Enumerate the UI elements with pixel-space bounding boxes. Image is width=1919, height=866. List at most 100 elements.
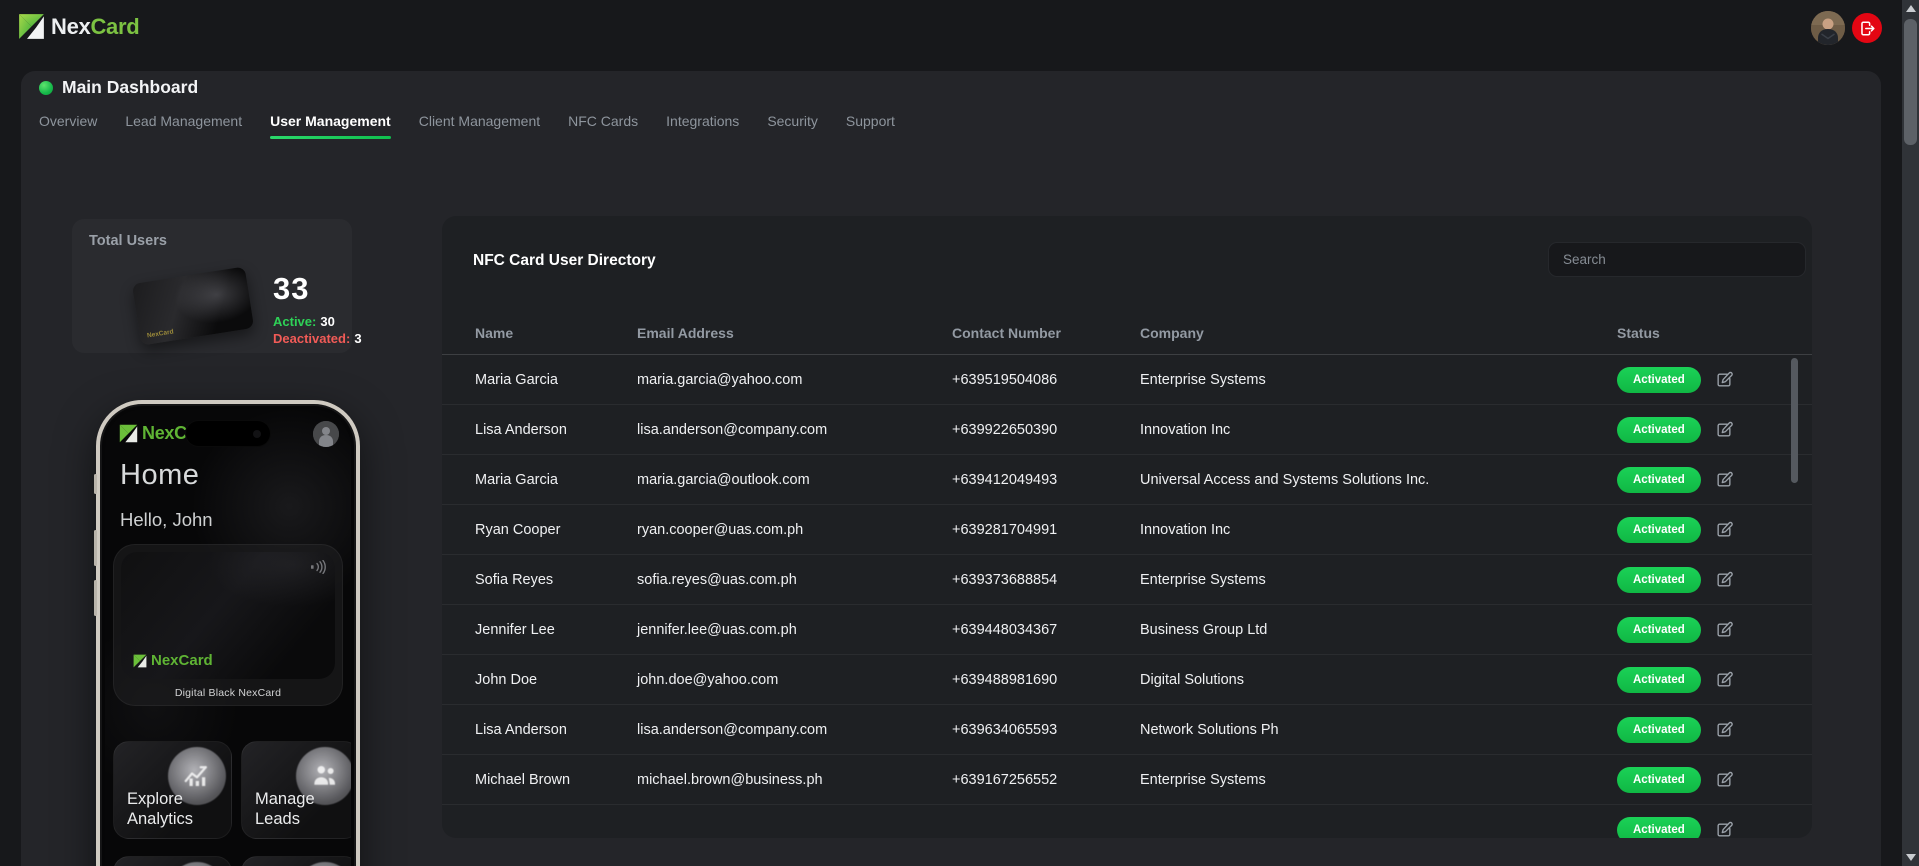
table-body: Maria Garcia maria.garcia@yahoo.com +639… (442, 355, 1812, 838)
status-badge[interactable]: Activated (1617, 566, 1701, 593)
status-badge[interactable]: Activated (1617, 366, 1701, 393)
edit-button[interactable] (1714, 720, 1734, 740)
cell-contact: +639448034367 (952, 621, 1058, 638)
cell-email: lisa.anderson@company.com (637, 721, 828, 738)
cell-name: Jennifer Lee (475, 621, 555, 638)
status-badge[interactable]: Activated (1617, 616, 1701, 643)
status-badge[interactable]: Activated (1617, 466, 1701, 493)
quick-action-tiles: Explore Analytics Manage Leads (113, 741, 351, 839)
tile-explore-analytics[interactable]: Explore Analytics (113, 741, 232, 839)
cell-email: lisa.anderson@company.com (637, 421, 828, 438)
cell-email: john.doe@yahoo.com (637, 671, 779, 688)
total-users-label: Total Users (89, 233, 167, 249)
directory-title: NFC Card User Directory (473, 252, 656, 269)
edit-button[interactable] (1714, 620, 1734, 640)
status-badge[interactable]: Activated (1617, 766, 1701, 793)
edit-button[interactable] (1714, 670, 1734, 690)
user-table: Name Email Address Contact Number Compan… (442, 312, 1812, 838)
edit-button[interactable] (1714, 770, 1734, 790)
cell-company: Network Solutions Ph (1140, 721, 1279, 738)
edit-button[interactable] (1714, 370, 1734, 390)
phone-action-button (93, 474, 97, 494)
cell-status: Activated (1617, 766, 1812, 793)
active-users-line: Active: 30 (273, 314, 335, 329)
column-header-status: Status (1617, 325, 1660, 341)
status-badge[interactable]: Activated (1617, 716, 1701, 743)
edit-button[interactable] (1714, 520, 1734, 540)
brand-logo-icon (18, 13, 45, 40)
search-input[interactable] (1548, 242, 1806, 277)
cell-company: Business Group Ltd (1140, 621, 1268, 638)
cell-contact: +639281704991 (952, 521, 1058, 538)
edit-button[interactable] (1714, 570, 1734, 590)
cell-name: Lisa Anderson (475, 721, 567, 738)
phone-volume-down-button (93, 580, 97, 616)
tab-user-management[interactable]: User Management (270, 113, 391, 139)
browser-scrollbar[interactable] (1902, 0, 1919, 866)
phone-user-avatar[interactable] (313, 421, 339, 447)
edit-icon (1717, 421, 1733, 437)
status-badge[interactable]: Activated (1617, 816, 1701, 838)
top-bar: NexCard (0, 0, 1902, 56)
tab-nfc-cards[interactable]: NFC Cards (568, 113, 638, 139)
phone-volume-up-button (93, 530, 97, 566)
brand-logo: NexCard (18, 13, 140, 40)
cell-email: ryan.cooper@uas.com.ph (637, 521, 804, 538)
table-scrollbar-thumb[interactable] (1791, 358, 1798, 483)
cell-name: Maria Garcia (475, 471, 558, 488)
edit-button[interactable] (1714, 470, 1734, 490)
tile-label: Manage Leads (255, 789, 315, 828)
cell-status: Activated (1617, 716, 1812, 743)
cell-status: Activated (1617, 466, 1812, 493)
nfc-card-thumbnail: NexCard (131, 266, 255, 346)
logout-button[interactable] (1852, 13, 1882, 43)
scrollbar-down-arrow[interactable] (1902, 849, 1919, 866)
scrollbar-thumb[interactable] (1904, 19, 1917, 145)
cell-contact: +639519504086 (952, 371, 1058, 388)
user-avatar[interactable] (1811, 11, 1845, 45)
tab-security[interactable]: Security (767, 113, 818, 139)
cell-contact: +639373688854 (952, 571, 1058, 588)
cell-company: Enterprise Systems (1140, 771, 1266, 788)
cell-company: Digital Solutions (1140, 671, 1244, 688)
status-badge[interactable]: Activated (1617, 416, 1701, 443)
tile-manage-leads[interactable]: Manage Leads (241, 741, 351, 839)
cell-status: Activated (1617, 816, 1812, 839)
tab-bar: Overview Lead Management User Management Cl… (39, 113, 895, 139)
table-row: John Doe john.doe@yahoo.com +63948898169… (442, 655, 1812, 705)
table-row: Sofia Reyes sofia.reyes@uas.com.ph +6393… (442, 555, 1812, 605)
scrollbar-up-arrow[interactable] (1902, 0, 1919, 17)
table-row: Maria Garcia maria.garcia@outlook.com +6… (442, 455, 1812, 505)
status-badge[interactable]: Activated (1617, 516, 1701, 543)
tab-lead-management[interactable]: Lead Management (125, 113, 242, 139)
edit-button[interactable] (1714, 420, 1734, 440)
cell-company: Innovation Inc (1140, 521, 1231, 538)
cell-name: Sofia Reyes (475, 571, 554, 588)
digital-card-widget[interactable]: NexCard Digital Black NexCard (113, 544, 343, 706)
table-row: Maria Garcia maria.garcia@yahoo.com +639… (442, 355, 1812, 405)
brand-name: NexCard (51, 13, 140, 39)
edit-icon (1717, 571, 1733, 587)
column-header-company: Company (1140, 325, 1204, 341)
card-caption: Digital Black NexCard (174, 687, 282, 699)
tab-client-management[interactable]: Client Management (419, 113, 540, 139)
total-users-card: Total Users NexCard 33 Active: 30 Deactiv… (72, 219, 362, 353)
cell-company: Universal Access and Systems Solutions I… (1140, 471, 1430, 488)
tile-label: Explore Analytics (127, 789, 194, 828)
cell-name: John Doe (475, 671, 538, 688)
column-header-email: Email Address (637, 325, 734, 341)
cell-contact: +639634065593 (952, 721, 1058, 738)
cell-status: Activated (1617, 516, 1812, 543)
cell-company: Enterprise Systems (1140, 371, 1266, 388)
tab-support[interactable]: Support (846, 113, 895, 139)
status-badge[interactable]: Activated (1617, 666, 1701, 693)
tab-integrations[interactable]: Integrations (666, 113, 739, 139)
cell-company: Enterprise Systems (1140, 571, 1266, 588)
edit-button[interactable] (1714, 820, 1734, 839)
cell-email: maria.garcia@outlook.com (637, 471, 810, 488)
tile-partial[interactable] (113, 856, 232, 866)
tab-overview[interactable]: Overview (39, 113, 97, 139)
quick-action-tiles-partial (113, 856, 351, 866)
tile-partial[interactable] (241, 856, 351, 866)
edit-icon (1717, 621, 1733, 637)
